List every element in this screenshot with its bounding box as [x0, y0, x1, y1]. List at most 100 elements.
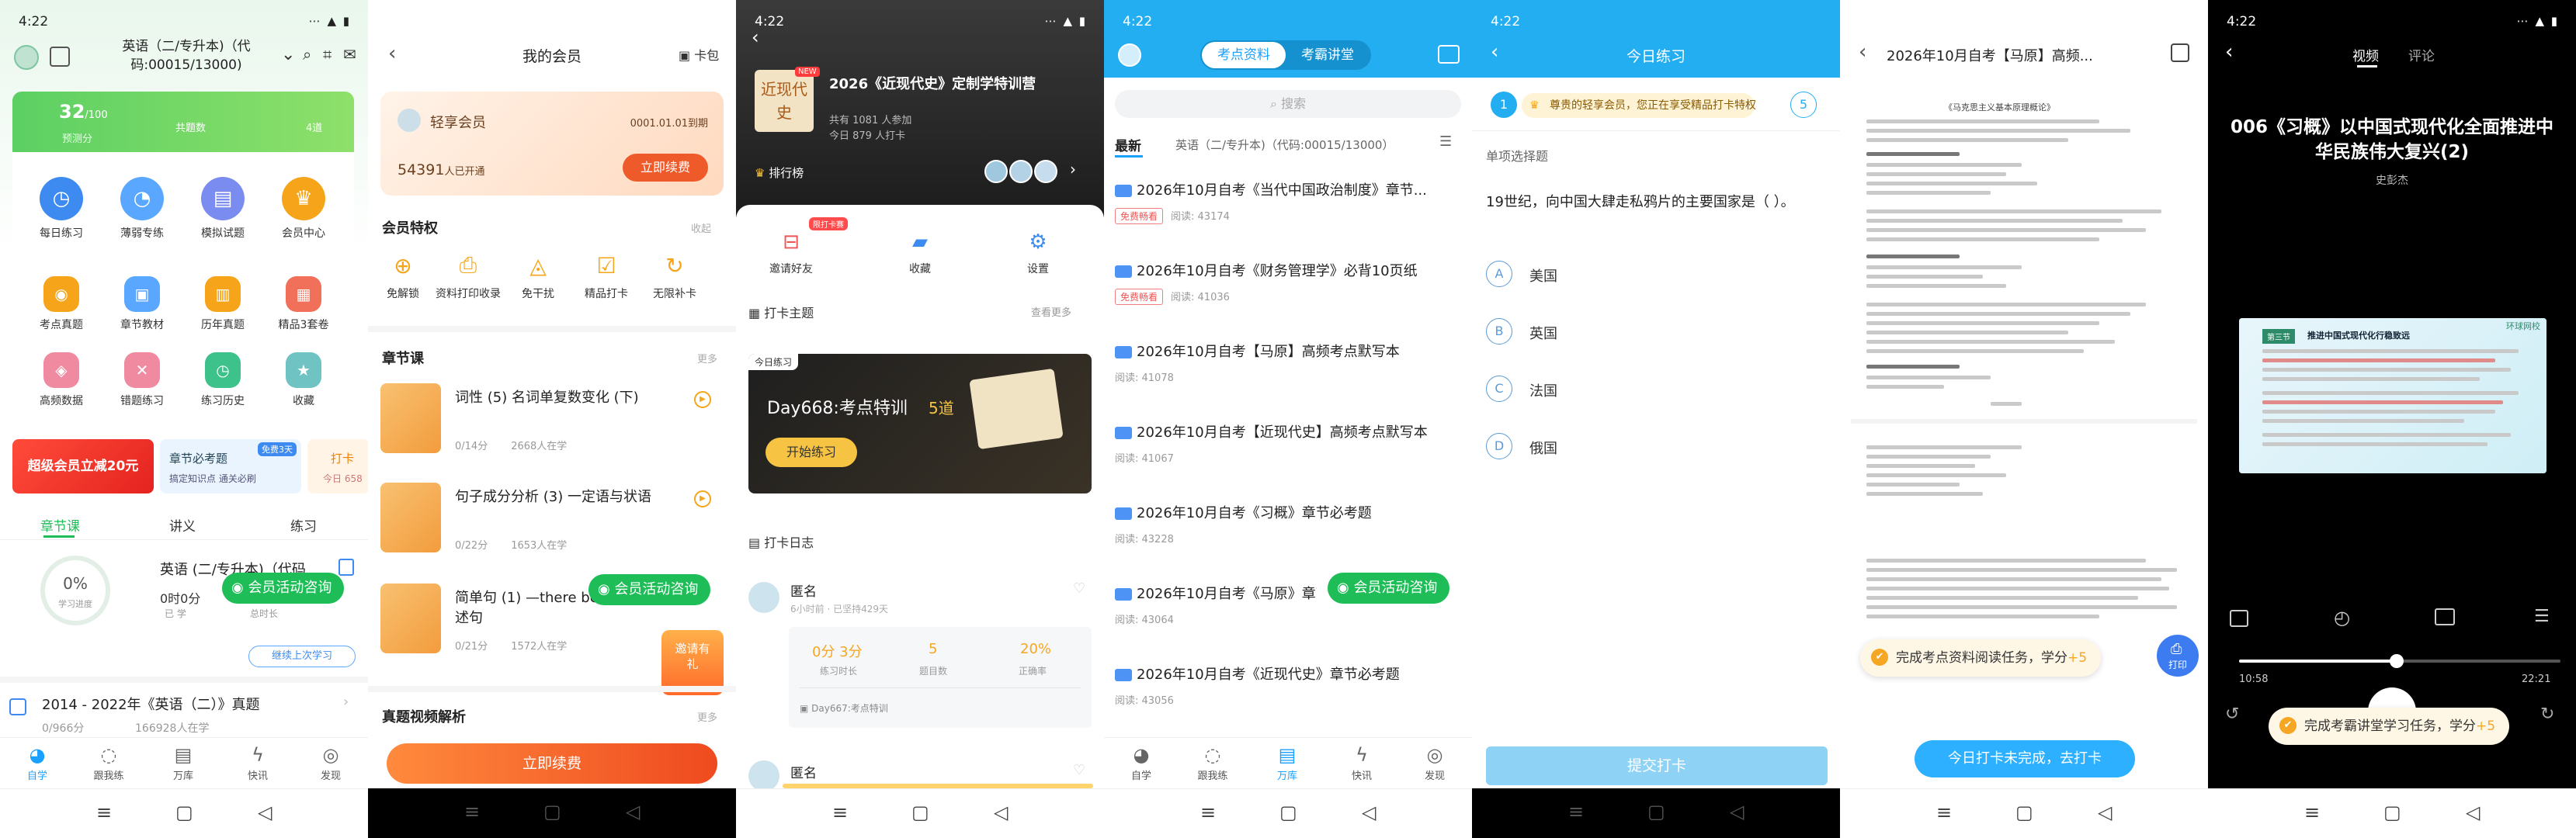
entry-favorites[interactable]: ★ 收藏	[269, 352, 338, 408]
back-icon[interactable]: ‹	[2225, 40, 2233, 64]
banner-discount[interactable]: 超级会员立减20元	[12, 439, 154, 493]
tab-news[interactable]: ϟ 快讯	[1338, 744, 1385, 782]
go-checkin-button[interactable]: 今日打卡未完成，去打卡	[1915, 740, 2135, 777]
article-item[interactable]: 2026年10月自考《马原》章节必考题阅读: 43064	[1115, 583, 1317, 626]
search-icon[interactable]: ⌕	[303, 45, 311, 64]
filter-course[interactable]: 英语（二/专升本)（代码:00015/13000）	[1175, 137, 1394, 153]
home-icon[interactable]: ▢	[2383, 802, 2401, 823]
menu-icon[interactable]: ≡	[2304, 802, 2320, 823]
leaderboard-link[interactable]: ♛ 排行榜	[755, 164, 804, 181]
entry-history[interactable]: ◷ 练习历史	[188, 352, 258, 408]
article-item[interactable]: 2026年10月自考《近现代史》章节必考题 阅读: 43056	[1115, 664, 1461, 707]
back-icon[interactable]: ◁	[258, 802, 272, 823]
renew-button[interactable]: 立即续费	[623, 154, 708, 182]
back-icon[interactable]: ◁	[626, 801, 640, 822]
question-index-5[interactable]: 5	[1790, 92, 1817, 118]
tab-follow-practice[interactable]: ◌ 跟我练	[85, 744, 132, 782]
print-button[interactable]: ⎙ 打印	[2157, 635, 2199, 677]
avatar[interactable]	[14, 45, 39, 70]
tab-library[interactable]: ▤ 万库	[160, 744, 207, 782]
favorite-button[interactable]: ▰ 收藏	[885, 228, 955, 276]
menu-icon[interactable]: ☰	[2534, 607, 2550, 626]
progress-track[interactable]	[2239, 654, 2560, 668]
back-icon[interactable]: ◁	[1730, 801, 1744, 822]
forward-icon[interactable]: ↻	[2540, 705, 2554, 724]
back-icon[interactable]: ‹	[1859, 40, 1866, 64]
question-index-1[interactable]: 1	[1491, 92, 1517, 118]
tab-discover[interactable]: ◎ 发现	[1411, 744, 1458, 782]
tab-self-study[interactable]: ◕ 自学	[1118, 744, 1165, 782]
menu-icon[interactable]: ≡	[1936, 802, 1952, 823]
tab-practice[interactable]: 练习	[290, 515, 317, 535]
settings-button[interactable]: ⚙ 设置	[1003, 228, 1073, 276]
vip-icon[interactable]	[1438, 45, 1460, 64]
video-frame[interactable]: 第三节 推进中国式现代化行稳致远 环球网校	[2239, 318, 2546, 473]
tab-comments[interactable]: 评论	[2408, 45, 2435, 64]
view-more-link[interactable]: 查看更多	[1031, 304, 1071, 319]
document-icon[interactable]	[338, 559, 354, 576]
entry-weak-practice[interactable]: ◔ 薄弱专练	[107, 177, 177, 241]
banner-checkin[interactable]: 打卡 今日 658	[307, 439, 368, 493]
article-item[interactable]: 2026年10月自考【马原】高频考点默写本 阅读: 41078	[1115, 341, 1461, 384]
heart-icon[interactable]: ♡	[1073, 580, 1085, 597]
lesson-item[interactable]: 句子成分分析 (3) 一定语与状语 0/22分 1653人在学 ▶	[380, 483, 714, 568]
home-icon[interactable]: ▢	[911, 802, 929, 823]
heart-icon[interactable]: ♡	[1073, 762, 1085, 778]
privilege-checkin[interactable]: ☑ 精品打卡	[571, 250, 641, 301]
option-b[interactable]: B 英国	[1486, 317, 1812, 348]
entry-high-freq[interactable]: ◈ 高频数据	[26, 352, 96, 408]
option-c[interactable]: C 法国	[1486, 374, 1812, 405]
tab-discover[interactable]: ◎ 发现	[307, 744, 354, 782]
submit-checkin-button[interactable]: 提交打卡	[1486, 746, 1828, 785]
tab-lecture[interactable]: 考霸讲堂	[1286, 42, 1370, 68]
entry-daily-practice[interactable]: ◷ 每日练习	[26, 177, 96, 241]
subtitle-icon[interactable]	[2435, 608, 2455, 625]
back-icon[interactable]: ‹	[752, 26, 759, 48]
more-link[interactable]: 更多	[697, 709, 717, 724]
menu-icon[interactable]: ≡	[96, 802, 112, 823]
chevron-right-icon[interactable]: ›	[1070, 160, 1076, 178]
message-icon[interactable]: ✉	[343, 45, 356, 64]
home-icon[interactable]: ▢	[1647, 801, 1665, 822]
speed-icon[interactable]: ◴	[2334, 607, 2350, 628]
avatar[interactable]	[1118, 43, 1141, 67]
rewind-icon[interactable]: ↺	[2225, 705, 2239, 724]
chevron-down-icon[interactable]: ⌄	[281, 45, 295, 64]
course-selector[interactable]: 英语（二/专升本)（代码:00015/13000)	[109, 37, 264, 74]
entry-key-questions[interactable]: ◉ 考点真题	[26, 276, 96, 332]
more-link[interactable]: 更多	[697, 351, 717, 365]
article-item[interactable]: 2026年10月自考《习概》章节必考题 阅读: 43228	[1115, 503, 1461, 545]
play-icon[interactable]: ▶	[694, 490, 711, 507]
filter-latest[interactable]: 最新	[1115, 135, 1141, 154]
banner-chapter[interactable]: 章节必考题 搞定知识点 通关必刷 免费3天	[160, 439, 301, 493]
entry-wrong-questions[interactable]: ✕ 错题练习	[107, 352, 177, 408]
tab-follow-practice[interactable]: ◌ 跟我练	[1189, 744, 1236, 782]
back-icon[interactable]: ◁	[2466, 802, 2480, 823]
tab-library[interactable]: ▤ 万库	[1264, 744, 1311, 782]
tab-video[interactable]: 视频	[2352, 45, 2379, 64]
start-practice-button[interactable]: 开始练习	[766, 438, 857, 467]
tab-materials[interactable]: 考点资料	[1202, 42, 1286, 68]
back-icon[interactable]: ◁	[994, 802, 1008, 823]
lesson-item[interactable]: 词性 (5) 名词单复数变化 (下) 0/14分 2668人在学 ▶	[380, 383, 714, 469]
practice-card[interactable]: 今日练习 Day668:考点特训 5道 开始练习	[748, 354, 1092, 493]
scan-icon[interactable]: ⌗	[323, 45, 332, 64]
article-item[interactable]: 2026年10月自考《财务管理学》必背10页纸 免费畅看 阅读: 41036	[1115, 261, 1461, 305]
invite-friends-button[interactable]: ⊟ 邀请好友	[756, 228, 826, 276]
home-icon[interactable]: ▢	[2015, 802, 2033, 823]
back-icon[interactable]: ◁	[1362, 802, 1376, 823]
option-a[interactable]: A 美国	[1486, 259, 1812, 290]
tab-chapter-course[interactable]: 章节课	[40, 515, 80, 535]
menu-icon[interactable]: ≡	[832, 802, 848, 823]
member-consult-button[interactable]: ◉ 会员活动咨询	[1328, 573, 1450, 604]
entry-member-center[interactable]: ♛ 会员中心	[269, 177, 338, 241]
play-icon[interactable]: ▶	[694, 391, 711, 408]
privilege-print[interactable]: ⎙ 资料打印收录	[433, 250, 503, 301]
entry-chapter-textbook[interactable]: ▣ 章节教材	[107, 276, 177, 332]
menu-icon[interactable]: ≡	[464, 801, 480, 822]
renew-now-button[interactable]: 立即续费	[387, 743, 717, 784]
continue-button[interactable]: 继续上次学习	[248, 646, 356, 667]
home-icon[interactable]: ▢	[543, 801, 561, 822]
privilege-makeup[interactable]: ↻ 无限补卡	[640, 250, 710, 301]
tab-handout[interactable]: 讲义	[169, 515, 196, 535]
